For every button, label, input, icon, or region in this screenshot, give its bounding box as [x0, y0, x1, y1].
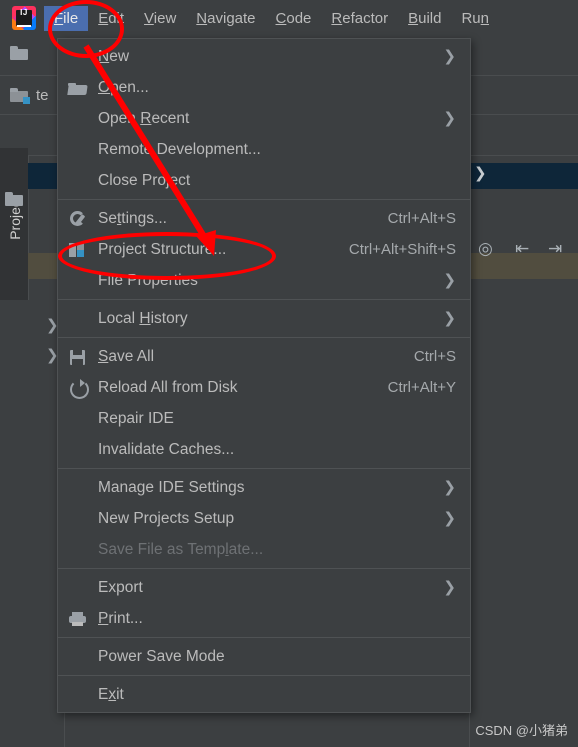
menu-item-repair-ide[interactable]: Repair IDE — [58, 403, 470, 434]
menu-item-open-recent[interactable]: Open Recent ❯ — [58, 103, 470, 134]
menubar-item-navigate[interactable]: Navigate — [186, 6, 265, 31]
menu-item-new-projects-setup[interactable]: New Projects Setup ❯ — [58, 503, 470, 534]
menu-item-local-history-label: Local History — [98, 309, 188, 327]
menu-item-print[interactable]: Print... — [58, 603, 470, 634]
menubar-refactor-mnemonic: R — [331, 9, 343, 27]
project-folder-icon — [10, 88, 30, 104]
menubar-run-mnemonic: n — [480, 9, 489, 27]
reload-icon — [68, 378, 89, 399]
submenu-chevron-icon: ❯ — [443, 110, 456, 127]
menu-item-save-all-label: Save All — [98, 347, 155, 365]
menu-item-export[interactable]: Export ❯ — [58, 572, 470, 603]
menu-item-remote-development[interactable]: Remote Development... — [58, 134, 470, 165]
menubar-code-mnemonic: C — [275, 9, 287, 27]
menu-separator — [58, 337, 470, 338]
menu-item-local-history-mnemonic: H — [139, 309, 151, 327]
menu-item-settings-label: Settings... — [98, 209, 167, 227]
submenu-chevron-icon: ❯ — [443, 579, 456, 596]
menu-item-save-all-mnemonic: S — [98, 347, 109, 365]
menu-separator — [58, 675, 470, 676]
submenu-chevron-icon: ❯ — [443, 48, 456, 65]
sidebar-tab-project[interactable]: Project — [0, 148, 28, 300]
file-menu-popup: New ❯ Open... Open Recent ❯ Remote Devel… — [57, 38, 471, 713]
menu-item-close-project[interactable]: Close Project — [58, 165, 470, 196]
intellij-idea-logo-icon: IJ — [12, 6, 36, 30]
submenu-chevron-icon: ❯ — [443, 310, 456, 327]
menubar-navigate-mnemonic: N — [196, 9, 208, 27]
menubar-item-view[interactable]: View — [134, 6, 186, 31]
menu-item-settings[interactable]: Settings... Ctrl+Alt+S — [58, 203, 470, 234]
menu-item-exit-mnemonic: x — [108, 685, 117, 703]
tree-collapse-chevron-selected[interactable]: ❯ — [474, 164, 487, 182]
menu-separator — [58, 637, 470, 638]
submenu-chevron-icon: ❯ — [443, 272, 456, 289]
menu-item-exit-label: Exit — [98, 685, 124, 703]
sidebar-tab-project-label: Project — [7, 196, 23, 240]
menubar-item-refactor[interactable]: Refactor — [321, 6, 398, 31]
menu-item-open-recent-mnemonic: R — [140, 109, 152, 127]
menu-item-project-structure-shortcut: Ctrl+Alt+Shift+S — [348, 241, 456, 258]
menubar-item-run[interactable]: Run — [451, 6, 499, 31]
menu-item-remote-development-label: Remote Development... — [98, 140, 261, 158]
menu-item-local-history[interactable]: Local History ❯ — [58, 303, 470, 334]
menu-item-reload-all-from-disk-shortcut: Ctrl+Alt+Y — [387, 379, 456, 396]
save-all-icon — [68, 348, 88, 366]
menu-item-settings-mnemonic: t — [116, 209, 122, 227]
menu-item-close-project-label: Close Project — [98, 171, 191, 189]
menu-item-open-mnemonic: O — [98, 78, 111, 96]
menu-item-invalidate-caches[interactable]: Invalidate Caches... — [58, 434, 470, 465]
menu-item-export-label: Export — [98, 578, 143, 596]
menu-item-exit[interactable]: Exit — [58, 679, 470, 710]
menu-separator — [58, 468, 470, 469]
menu-item-manage-ide-settings-label: Manage IDE Settings — [98, 478, 245, 496]
menu-item-print-mnemonic: P — [98, 609, 109, 627]
menu-item-open-recent-label: Open Recent — [98, 109, 190, 127]
submenu-chevron-icon: ❯ — [443, 479, 456, 496]
menu-item-print-label: Print... — [98, 609, 143, 627]
select-opened-file-icon[interactable]: ◎ — [478, 240, 493, 257]
menu-item-save-file-as-template-label: Save File as Template... — [98, 540, 264, 558]
annotation-ellipse-project-structure — [58, 232, 276, 280]
print-icon — [68, 610, 88, 628]
menu-item-invalidate-caches-label: Invalidate Caches... — [98, 440, 235, 458]
submenu-chevron-icon: ❯ — [443, 510, 456, 527]
menu-item-power-save-mode[interactable]: Power Save Mode — [58, 641, 470, 672]
menu-item-open-label: Open... — [98, 78, 149, 96]
menu-item-open[interactable]: Open... — [58, 72, 470, 103]
menubar-item-build[interactable]: Build — [398, 6, 451, 31]
wrench-icon — [68, 210, 88, 228]
menubar-item-code[interactable]: Code — [266, 6, 322, 31]
menubar-view-mnemonic: V — [144, 9, 154, 27]
menu-item-power-save-mode-label: Power Save Mode — [98, 647, 225, 665]
menu-item-save-all-shortcut: Ctrl+S — [413, 348, 456, 365]
project-name-label: te — [36, 86, 49, 104]
menu-item-reload-all-from-disk[interactable]: Reload All from Disk Ctrl+Alt+Y — [58, 372, 470, 403]
open-project-toolbar-icon[interactable] — [10, 46, 28, 60]
sidebar-folder-icon — [5, 192, 23, 206]
collapse-all-icon[interactable]: ⇥ — [548, 240, 562, 257]
menubar-build-mnemonic: B — [408, 9, 419, 27]
menu-item-new[interactable]: New ❯ — [58, 41, 470, 72]
menu-item-settings-shortcut: Ctrl+Alt+S — [387, 210, 456, 227]
menu-item-save-file-as-template-mnemonic: l — [225, 540, 229, 558]
menu-separator — [58, 299, 470, 300]
menu-item-save-file-as-template: Save File as Template... — [58, 534, 470, 565]
expand-all-icon[interactable]: ⇤ — [515, 240, 529, 257]
annotation-ellipse-file — [48, 0, 124, 58]
menu-separator — [58, 199, 470, 200]
menu-item-new-projects-setup-label: New Projects Setup — [98, 509, 235, 527]
watermark-text: CSDN @小猪弟 — [475, 723, 568, 738]
menu-item-save-all[interactable]: Save All Ctrl+S — [58, 341, 470, 372]
open-folder-icon — [68, 79, 88, 97]
menu-item-manage-ide-settings[interactable]: Manage IDE Settings ❯ — [58, 472, 470, 503]
menu-item-reload-all-from-disk-label: Reload All from Disk — [98, 378, 238, 396]
menu-separator — [58, 568, 470, 569]
menu-item-repair-ide-label: Repair IDE — [98, 409, 174, 427]
